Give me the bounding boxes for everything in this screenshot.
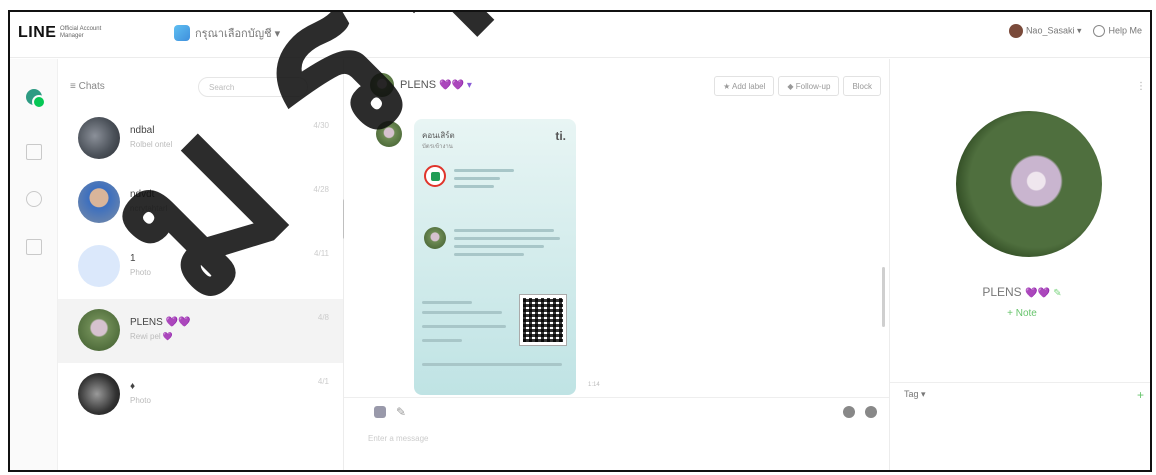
card-text-line [454, 177, 500, 180]
attachment-icon[interactable]: ✎ [396, 405, 406, 419]
chat-time: 4/11 [314, 249, 329, 258]
account-icon [174, 25, 190, 41]
header-right: Nao_Sasaki ▾ Help Me [1008, 24, 1142, 38]
message-time: 1:14 [588, 382, 600, 388]
block-button[interactable]: Block [843, 76, 881, 96]
profile-photo [956, 111, 1102, 257]
chat-preview: ncrytahtarl [130, 204, 168, 213]
list-item[interactable]: ndvdt ncrytahtarl 4/28 [58, 171, 343, 235]
divider [890, 382, 1150, 383]
chat-name: PLENS 💜💜 [130, 317, 191, 328]
chat-name: ndvdt [130, 189, 155, 200]
card-text-line [454, 229, 554, 232]
user-name: Nao_Sasaki ▾ [1025, 25, 1082, 36]
card-text-line [454, 237, 560, 240]
chat-list: ≡ Chats Search ndbal Rolbel ontel 4/30 n… [58, 59, 347, 470]
chat-time: 4/8 [317, 313, 329, 322]
avatar [424, 227, 446, 249]
add-note-link[interactable]: + Note [890, 308, 1150, 319]
app-window: LINE Official Account Manager กรุณาเลือก… [8, 10, 1152, 472]
list-item-selected[interactable]: PLENS 💜💜 Rewi pel 💜 4/8 [58, 299, 343, 363]
card-text-line [422, 301, 472, 304]
search-input[interactable]: Search [198, 77, 308, 97]
avatar [78, 373, 120, 415]
avatar [78, 181, 120, 223]
card-subtitle: บัตรเข้างาน [422, 144, 453, 150]
help-label: Help Me [1108, 25, 1142, 36]
emoji-icon[interactable] [374, 406, 386, 418]
follow-up-button[interactable]: ◆ Follow-up [778, 76, 840, 96]
qr-code [519, 294, 567, 346]
chat-preview: Rewi pel 💜 [130, 332, 173, 341]
chat-name: 1 [130, 253, 136, 264]
help-link[interactable]: Help Me [1093, 25, 1142, 37]
chat-list-header: ≡ Chats Search [58, 59, 343, 107]
notes-nav-icon[interactable] [26, 144, 42, 160]
avatar [376, 121, 402, 147]
chat-title[interactable]: PLENS 💜💜 ▾ [400, 79, 472, 91]
calendar-nav-icon[interactable] [26, 239, 42, 255]
avatar [78, 309, 120, 351]
logo-subtitle: Official Account Manager [60, 26, 102, 39]
compose-area: ✎ Enter a message [344, 397, 889, 470]
chat-preview: Photo [130, 396, 151, 405]
account-switcher[interactable]: กรุณาเลือกบัญชี ▾ [174, 24, 280, 42]
user-avatar-icon [1008, 24, 1023, 38]
avatar[interactable] [370, 73, 394, 97]
account-name: กรุณาเลือกบัญชี ▾ [195, 28, 281, 40]
edit-icon[interactable]: ✎ [1053, 288, 1061, 299]
card-text-line [422, 311, 502, 314]
settings-nav-icon[interactable] [26, 191, 42, 207]
card-logo: ti. [555, 129, 566, 143]
chat-preview: Photo [130, 268, 151, 277]
card-text-line [422, 363, 562, 366]
heart-icon: 💜💜 ▾ [439, 80, 472, 91]
profile-name: PLENS 💜💜 ✎ [890, 285, 1150, 299]
card-text-line [454, 245, 544, 248]
chat-panel: PLENS 💜💜 ▾ ★ Add label ◆ Follow-up Block… [344, 59, 890, 470]
card-text-line [454, 169, 514, 172]
help-icon [1093, 25, 1106, 37]
list-item[interactable]: ndbal Rolbel ontel 4/30 [58, 107, 343, 171]
chat-name: ♦ [130, 381, 136, 392]
chat-name: ndbal [130, 125, 155, 136]
chat-time: 4/28 [313, 185, 329, 194]
avatar [78, 245, 120, 287]
settings-icon[interactable] [865, 406, 877, 418]
add-label-button[interactable]: ★ Add label [714, 76, 775, 96]
list-item[interactable]: ♦ Photo 4/1 [58, 363, 343, 427]
card-text-line [454, 253, 524, 256]
highlight-circle-icon [424, 165, 446, 187]
chat-nav-icon[interactable] [26, 89, 46, 109]
message-area: คอนเสิร์ต บัตรเข้างาน ti. 1:14 [344, 107, 889, 397]
user-menu[interactable]: Nao_Sasaki ▾ [1008, 24, 1082, 38]
chat-title-text: PLENS [400, 79, 437, 91]
chat-actions: ★ Add label ◆ Follow-up Block [714, 76, 881, 96]
line-logo: LINE [18, 24, 57, 41]
chat-filter[interactable]: ≡ Chats [70, 81, 105, 92]
chat-time: 4/30 [313, 121, 329, 130]
side-nav [10, 59, 58, 470]
more-icon[interactable]: ⋮ [1136, 81, 1146, 92]
list-item[interactable]: 1 Photo 4/11 [58, 235, 343, 299]
heart-icon: 💜💜 [1025, 288, 1050, 299]
template-icon[interactable] [843, 406, 855, 418]
add-tag-button[interactable]: + [1137, 388, 1144, 402]
avatar [78, 117, 120, 159]
message-input[interactable]: Enter a message [368, 434, 428, 443]
profile-panel: ⋮ PLENS 💜💜 ✎ + Note Tag ▾ + [890, 59, 1150, 470]
top-header: LINE Official Account Manager กรุณาเลือก… [10, 12, 1150, 58]
card-text-line [454, 185, 494, 188]
chat-preview: Rolbel ontel [130, 140, 173, 149]
chat-header: PLENS 💜💜 ▾ ★ Add label ◆ Follow-up Block [344, 59, 889, 107]
image-message[interactable]: คอนเสิร์ต บัตรเข้างาน ti. [414, 119, 576, 395]
tag-dropdown[interactable]: Tag ▾ [904, 389, 926, 400]
profile-name-text: PLENS [982, 285, 1022, 299]
message-scrollbar[interactable] [882, 267, 885, 327]
chat-time: 4/1 [317, 377, 329, 386]
card-text-line [422, 339, 462, 342]
card-text-line [422, 325, 506, 328]
